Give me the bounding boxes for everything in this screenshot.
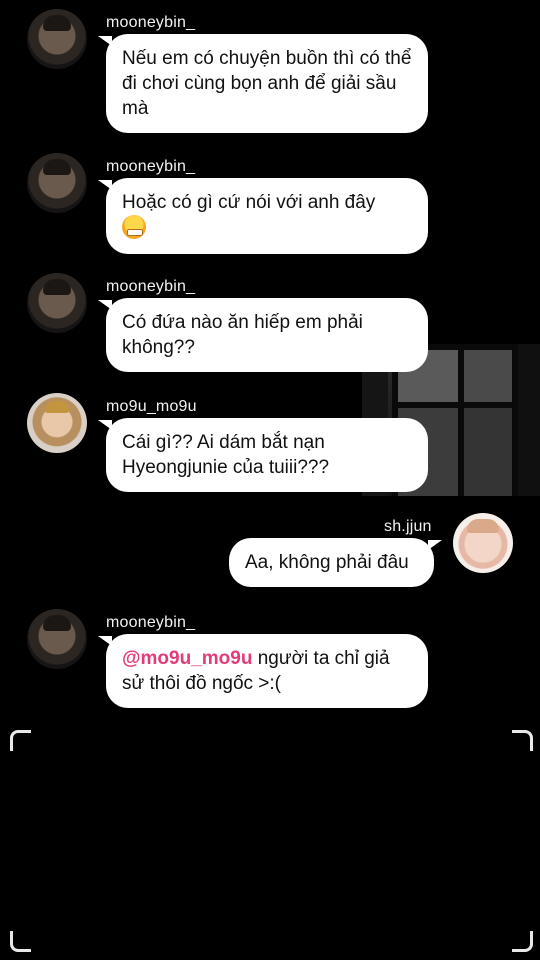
username: mooneybin_	[106, 14, 196, 31]
avatar-mooneybin[interactable]	[27, 273, 87, 333]
window-pane	[458, 402, 518, 496]
username: mo9u_mo9u	[106, 398, 197, 415]
viewfinder-corner-top-right-icon	[512, 730, 533, 751]
avatar-mooneybin[interactable]	[27, 609, 87, 669]
background-curtain	[518, 344, 540, 496]
viewfinder-corner-bottom-left-icon	[10, 931, 31, 952]
message-bubble[interactable]: Có đứa nào ăn hiếp em phải không??	[98, 298, 428, 372]
message-bubble[interactable]: Nếu em có chuyện buồn thì có thể đi chơi…	[98, 34, 428, 133]
angry-face-emoji-icon	[122, 215, 146, 239]
username: sh.jjun	[384, 518, 432, 535]
message-text: Cái gì?? Ai dám bắt nạn Hyeongjunie của …	[122, 432, 330, 478]
viewfinder-corner-top-left-icon	[10, 730, 31, 751]
username: mooneybin_	[106, 614, 196, 631]
message-bubble[interactable]: Cái gì?? Ai dám bắt nạn Hyeongjunie của …	[98, 418, 428, 492]
message-bubble[interactable]: Aa, không phải đâu	[229, 538, 442, 587]
message-bubble[interactable]: @mo9u_mo9u người ta chỉ giả sử thôi đồ n…	[98, 634, 428, 708]
avatar-shjjun[interactable]	[453, 513, 513, 573]
username: mooneybin_	[106, 158, 196, 175]
message-bubble[interactable]: Hoặc có gì cứ nói với anh đây	[98, 178, 428, 254]
message-text: Có đứa nào ăn hiếp em phải không??	[122, 312, 363, 358]
message-text: Aa, không phải đâu	[245, 552, 409, 573]
avatar-mo9u[interactable]	[27, 393, 87, 453]
username: mooneybin_	[106, 278, 196, 295]
avatar-mooneybin[interactable]	[27, 9, 87, 69]
message-text: Hoặc có gì cứ nói với anh đây	[122, 192, 376, 213]
viewfinder-corner-bottom-right-icon	[512, 931, 533, 952]
avatar-mooneybin[interactable]	[27, 153, 87, 213]
mention-link[interactable]: @mo9u_mo9u	[122, 648, 252, 669]
window-pane	[458, 344, 518, 408]
message-text: Nếu em có chuyện buồn thì có thể đi chơi…	[122, 48, 412, 119]
